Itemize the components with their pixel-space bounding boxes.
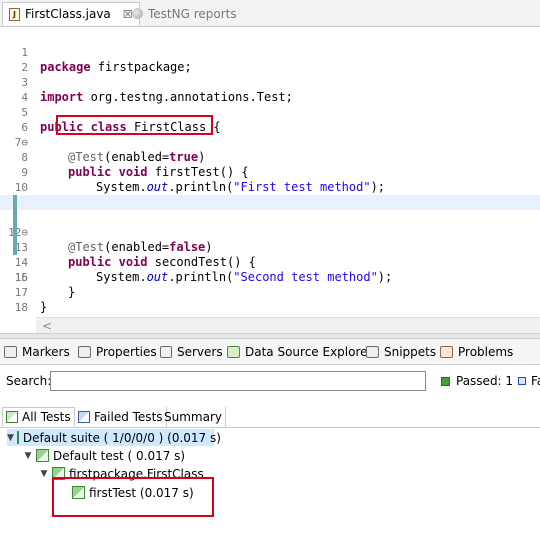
- tab-label: Summary: [164, 410, 222, 424]
- passed-icon: [441, 376, 450, 386]
- code-line: 18: [0, 285, 540, 314]
- failed-counter: Fa: [518, 374, 540, 388]
- code-line: 16: [0, 255, 540, 284]
- failed-count: Fa: [531, 374, 540, 388]
- tab-servers[interactable]: Servers: [160, 342, 223, 361]
- tab-properties[interactable]: Properties: [78, 342, 157, 361]
- code-line: 15 }: [0, 240, 540, 299]
- code-line: 17 }: [0, 270, 540, 314]
- code-line: 11: [0, 180, 540, 209]
- tree-node-label: Default test ( 0.017 s): [53, 448, 186, 463]
- tab-firstclass-java[interactable]: J FirstClass.java ☒: [2, 2, 140, 25]
- chevron-down-icon[interactable]: ▼: [23, 451, 33, 461]
- change-marker: [13, 195, 17, 210]
- tab-label: Failed Tests: [94, 410, 163, 424]
- code-text: }: [40, 300, 48, 314]
- result-highlight-box: [52, 477, 214, 517]
- search-label: Search:: [6, 374, 52, 388]
- views-tab-bar: Markers Properties Servers Data Source E…: [0, 339, 540, 365]
- failed-tests-icon: [78, 411, 90, 423]
- editor-tab-bar: J FirstClass.java ☒ TestNG reports: [0, 0, 540, 27]
- test-icon: [36, 449, 49, 462]
- scroll-left-icon[interactable]: <: [42, 319, 52, 333]
- chevron-down-icon[interactable]: ▼: [39, 469, 49, 479]
- code-line: 14 System.out.println("Second test metho…: [0, 225, 540, 284]
- java-file-icon: J: [9, 7, 20, 21]
- horizontal-scrollbar[interactable]: <: [36, 317, 540, 333]
- tab-snippets[interactable]: Snippets: [366, 342, 436, 361]
- data-source-icon: [227, 345, 240, 358]
- globe-icon: [132, 8, 143, 19]
- tab-label: Servers: [177, 344, 223, 359]
- code-editor[interactable]: 1 package firstpackage; 2 3 import org.t…: [0, 27, 540, 333]
- tab-label: Snippets: [384, 344, 437, 359]
- tree-node-suite[interactable]: ▼ Default suite ( 1/0/0/0 ) (0.017 s): [7, 429, 221, 446]
- code-line: 9 System.out.println("First test method"…: [0, 150, 540, 194]
- change-marker: [13, 210, 17, 225]
- servers-icon: [160, 345, 172, 358]
- code-line: 10 }: [0, 165, 540, 209]
- tab-markers[interactable]: Markers: [4, 342, 70, 361]
- tree-node-test[interactable]: ▼ Default test ( 0.017 s): [23, 447, 186, 464]
- code-line: 3 import org.testng.annotations.Test;: [0, 60, 540, 104]
- passed-count: Passed: 1: [456, 374, 514, 388]
- problems-icon: [440, 345, 453, 358]
- code-line: 2: [0, 45, 540, 74]
- change-marker: [13, 240, 17, 255]
- suite-icon: [16, 431, 19, 444]
- code-line: 1 package firstpackage;: [0, 30, 540, 74]
- change-marker: [13, 225, 17, 240]
- code-line: 13 public void secondTest() {: [0, 210, 540, 269]
- code-line-current: 12⊖ @Test(enabled=false): [0, 195, 540, 254]
- passed-counter: Passed: 1: [441, 374, 513, 388]
- properties-icon: [78, 345, 91, 358]
- tab-label: Data Source Explorer: [245, 344, 373, 359]
- tab-testng-reports[interactable]: TestNG reports: [126, 2, 243, 25]
- tab-problems[interactable]: Problems: [440, 342, 513, 361]
- markers-icon: [4, 345, 17, 358]
- code-line: 8 public void firstTest() {: [0, 135, 540, 179]
- tree-node-label: Default suite ( 1/0/0/0 ) (0.017 s): [22, 430, 221, 445]
- code-line: 4: [0, 75, 540, 104]
- results-tab-bar: All Tests Failed Tests Summary: [0, 405, 540, 428]
- tab-all-tests[interactable]: All Tests: [2, 407, 75, 427]
- annotation-highlight-box: [56, 115, 213, 135]
- snippets-icon: [366, 345, 379, 358]
- chevron-down-icon[interactable]: ▼: [7, 433, 14, 443]
- tab-label: FirstClass.java: [25, 7, 111, 21]
- tab-label: Properties: [96, 344, 157, 359]
- tree-icon: [6, 411, 18, 423]
- line-number: 18: [14, 301, 28, 314]
- tab-label: Markers: [22, 344, 70, 359]
- tab-label: TestNG reports: [148, 6, 237, 21]
- tab-label: All Tests: [22, 410, 71, 424]
- search-input[interactable]: [50, 371, 426, 391]
- tab-label: Problems: [458, 344, 514, 359]
- tab-summary[interactable]: Summary: [161, 407, 226, 427]
- code-line: 5 public class FirstClass {: [0, 90, 540, 134]
- tab-data-source-explorer[interactable]: Data Source Explorer: [227, 342, 372, 361]
- tab-failed-tests[interactable]: Failed Tests: [75, 407, 167, 427]
- failed-icon: [518, 377, 526, 385]
